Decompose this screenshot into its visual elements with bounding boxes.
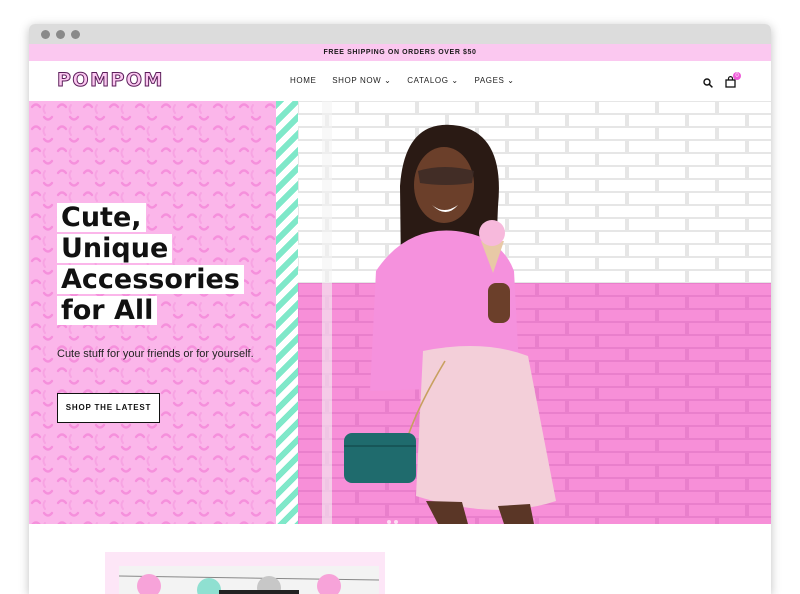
announcement-bar: FREE SHIPPING ON ORDERS OVER $50 bbox=[29, 44, 771, 61]
hero-title-line: Cute, bbox=[57, 203, 146, 232]
window-dot-icon[interactable] bbox=[41, 30, 50, 39]
shop-the-latest-button[interactable]: SHOP THE LATEST bbox=[57, 393, 160, 423]
cart-count-badge: 0 bbox=[733, 72, 741, 80]
window-dot-icon[interactable] bbox=[71, 30, 80, 39]
window-dot-icon[interactable] bbox=[56, 30, 65, 39]
pompom-garland-image bbox=[118, 574, 380, 594]
slider-dots bbox=[387, 511, 401, 524]
browser-window: FREE SHIPPING ON ORDERS OVER $50 POMPOM … bbox=[29, 24, 771, 594]
nav-item-home[interactable]: HOME bbox=[290, 76, 316, 85]
browser-chrome bbox=[29, 24, 771, 44]
mint-stripe-divider bbox=[276, 101, 298, 524]
featured-product-image[interactable] bbox=[118, 566, 380, 594]
brand-logo[interactable]: POMPOM bbox=[57, 69, 164, 92]
search-icon[interactable] bbox=[703, 78, 713, 88]
hero-title-line: Accessories bbox=[57, 265, 244, 294]
hero-photo bbox=[298, 101, 771, 524]
hero-title-line: Unique bbox=[57, 234, 173, 263]
hero-title: Cute, Unique Accessories for All bbox=[57, 203, 244, 327]
featured-section bbox=[29, 524, 771, 594]
nav-item-shop-now[interactable]: SHOP NOW ⌄ bbox=[332, 76, 391, 85]
nav-item-catalog[interactable]: CATALOG ⌄ bbox=[407, 76, 458, 85]
nav-item-pages[interactable]: PAGES ⌄ bbox=[475, 76, 515, 85]
hero-title-line: for All bbox=[57, 296, 158, 325]
hero-subtitle: Cute stuff for your friends or for yours… bbox=[57, 348, 254, 360]
site-header: POMPOM HOME SHOP NOW ⌄ CATALOG ⌄ PAGES ⌄… bbox=[29, 61, 771, 101]
hero-banner: Cute, Unique Accessories for All Cute st… bbox=[29, 101, 771, 524]
hero-photo-illustration bbox=[298, 101, 771, 524]
main-nav: HOME SHOP NOW ⌄ CATALOG ⌄ PAGES ⌄ bbox=[290, 76, 528, 85]
